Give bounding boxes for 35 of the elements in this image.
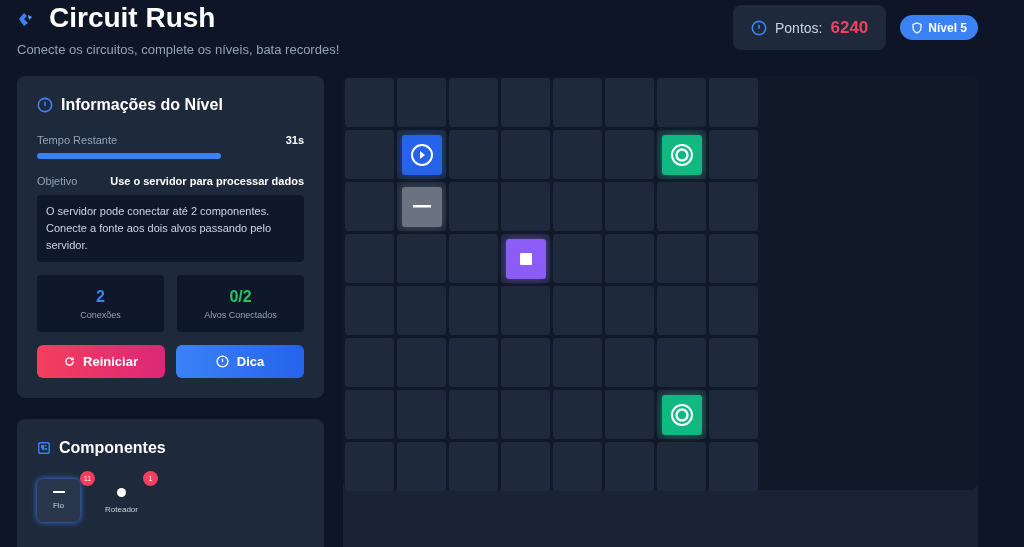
stat-label: Conexões (80, 309, 121, 320)
level-badge: Nível 5 (900, 15, 978, 40)
logo-icon (17, 10, 35, 26)
target-icon (669, 402, 694, 427)
objective-label: Objetivo (37, 175, 78, 187)
stat-value: 2 (96, 287, 105, 306)
restart-button[interactable]: Reiniciar (37, 345, 165, 378)
stat-label: Alvos Conectados (204, 309, 277, 320)
objective-text: Use o servidor para processar dados (110, 175, 304, 187)
description-text: O servidor pode conectar até 2 componentes. Conecte a fonte aos dois alvos passando pelo servidor. (37, 195, 304, 262)
dot-icon (117, 487, 126, 497)
hint-button[interactable]: Dica (176, 345, 304, 378)
component-label: Fio (52, 501, 65, 510)
score-label: Pontos: (775, 19, 823, 36)
panel-title: Componentes (59, 439, 166, 457)
component-label: Roteador (105, 504, 138, 514)
chip-icon (37, 441, 51, 455)
info-icon (37, 97, 53, 113)
timer-value: 31s (285, 134, 304, 146)
play-icon (409, 142, 434, 167)
info-icon (751, 19, 767, 36)
app-title: Circuit Rush (49, 2, 216, 34)
line-icon (412, 205, 431, 208)
refresh-icon (64, 356, 76, 367)
shield-icon (911, 21, 924, 34)
target-icon (669, 142, 694, 167)
line-icon (52, 491, 65, 493)
info-icon (215, 355, 229, 368)
component-item[interactable]: Fio (37, 479, 80, 522)
component-item[interactable]: Roteador (100, 479, 143, 522)
stat-value: 0/2 (229, 287, 252, 306)
panel-title: Informações do Nível (61, 96, 223, 114)
subtitle: Conecte os circuitos, complete os níveis, bata recordes! (17, 42, 340, 57)
timer-label: Tempo Restante (37, 134, 118, 146)
score-value: 6240 (830, 17, 869, 38)
